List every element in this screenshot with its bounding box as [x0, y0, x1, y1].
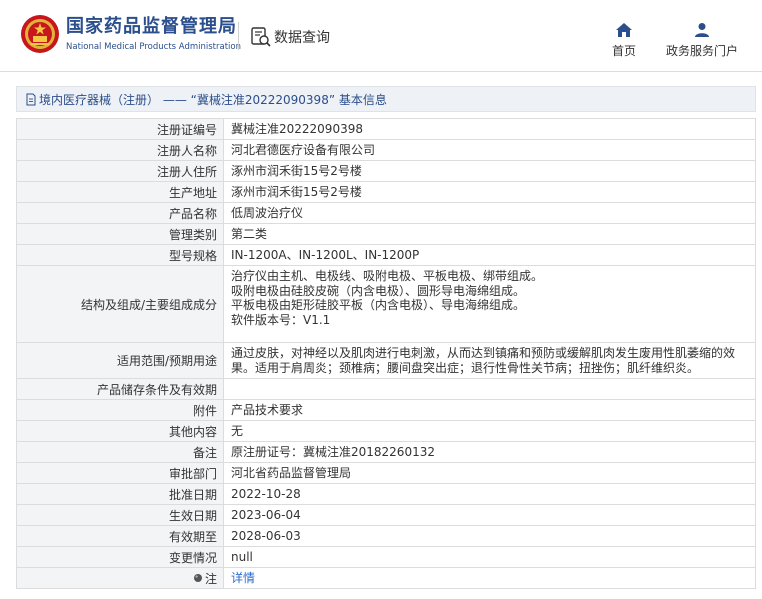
structure-line: 治疗仪由主机、电极线、吸附电极、平板电极、绑带组成。: [231, 269, 544, 283]
site-brand[interactable]: 国家药品监督管理局 National Medical Products Admi…: [66, 16, 241, 53]
table-row: 注册人名称 河北君德医疗设备有限公司: [17, 140, 756, 161]
row-value: 冀械注准20222090398: [224, 119, 756, 139]
table-row: 附件 产品技术要求: [17, 400, 756, 421]
note-value-cell: 详情: [224, 568, 756, 588]
site-name-cn: 国家药品监督管理局: [66, 16, 237, 37]
row-label: 有效期至: [17, 526, 224, 546]
row-value: 河北省药品监督管理局: [224, 463, 756, 483]
row-label: 生效日期: [17, 505, 224, 525]
table-row: 审批部门 河北省药品监督管理局: [17, 463, 756, 484]
row-label: 变更情况: [17, 547, 224, 567]
row-value: null: [224, 547, 756, 567]
row-label: 审批部门: [17, 463, 224, 483]
data-query-label: 数据查询: [274, 30, 330, 46]
row-value: 2023-06-04: [224, 505, 756, 525]
user-icon: [695, 23, 709, 37]
site-header: 国家药品监督管理局 National Medical Products Admi…: [0, 0, 762, 72]
structure-value: 治疗仪由主机、电极线、吸附电极、平板电极、绑带组成。 吸附电极由硅胶皮碗（内含电…: [224, 266, 756, 342]
row-label: 批准日期: [17, 484, 224, 504]
nav-home[interactable]: 首页: [612, 22, 636, 59]
table-row: 有效期至 2028-06-03: [17, 526, 756, 547]
row-label: 注册证编号: [17, 119, 224, 139]
row-label: 管理类别: [17, 224, 224, 244]
row-value: 2028-06-03: [224, 526, 756, 546]
usage-line: 果。适用于肩周炎；颈椎病；腰间盘突出症；退行性骨性关节病；扭挫伤；肌纤维织炎。: [231, 360, 700, 375]
row-label: 生产地址: [17, 182, 224, 202]
row-value: 无: [224, 421, 756, 441]
table-row: 生效日期 2023-06-04: [17, 505, 756, 526]
table-row: 变更情况 null: [17, 547, 756, 568]
row-label: 备注: [17, 442, 224, 462]
data-query-link[interactable]: 数据查询: [250, 26, 330, 48]
row-label: 其他内容: [17, 421, 224, 441]
usage-value: 通过皮肤，对神经以及肌肉进行电刺激，从而达到镇痛和预防或缓解肌肉发生废用性肌萎缩…: [224, 343, 756, 378]
nav-portal-label: 政务服务门户: [666, 44, 739, 58]
row-value: 涿州市润禾街15号2号楼: [224, 182, 756, 202]
table-row: 生产地址 涿州市润禾街15号2号楼: [17, 182, 756, 203]
table-row: 管理类别 第二类: [17, 224, 756, 245]
table-row: 产品名称 低周波治疗仪: [17, 203, 756, 224]
info-dot-icon: [193, 574, 202, 582]
detail-table: 注册证编号 冀械注准20222090398 注册人名称 河北君德医疗设备有限公司…: [16, 118, 756, 589]
site-name-en: National Medical Products Administration: [66, 42, 241, 52]
row-label: 产品储存条件及有效期: [17, 379, 224, 399]
row-value: 低周波治疗仪: [224, 203, 756, 223]
data-search-icon: [251, 27, 271, 47]
document-icon: [26, 93, 36, 105]
table-row: 注册证编号 冀械注准20222090398: [17, 119, 756, 140]
national-emblem-icon: [21, 15, 59, 53]
row-label: 适用范围/预期用途: [17, 343, 224, 378]
structure-line: 软件版本号：V1.1: [231, 312, 331, 327]
row-value: 原注册证号：冀械注准20182260132: [224, 442, 756, 462]
table-row-usage: 适用范围/预期用途 通过皮肤，对神经以及肌肉进行电刺激，从而达到镇痛和预防或缓解…: [17, 343, 756, 379]
row-label: 注册人住所: [17, 161, 224, 181]
row-label: 注册人名称: [17, 140, 224, 160]
details-link[interactable]: 详情: [231, 571, 255, 585]
table-row-note: 注 详情: [17, 568, 756, 589]
row-label: 结构及组成/主要组成成分: [17, 266, 224, 342]
table-row: 型号规格 IN-1200A、IN-1200L、IN-1200P: [17, 245, 756, 266]
nav-service-portal[interactable]: 政务服务门户: [666, 22, 738, 59]
row-value: IN-1200A、IN-1200L、IN-1200P: [224, 245, 756, 265]
row-value: [224, 379, 756, 399]
table-row: 备注 原注册证号：冀械注准20182260132: [17, 442, 756, 463]
breadcrumb: 境内医疗器械（注册） —— “冀械注准20222090398” 基本信息: [16, 86, 756, 112]
usage-line: 通过皮肤，对神经以及肌肉进行电刺激，从而达到镇痛和预防或缓解肌肉发生废用性肌萎缩…: [231, 346, 736, 360]
table-row-structure: 结构及组成/主要组成成分 治疗仪由主机、电极线、吸附电极、平板电极、绑带组成。 …: [17, 266, 756, 343]
header-divider: [238, 22, 239, 50]
row-value: 产品技术要求: [224, 400, 756, 420]
structure-line: 平板电极由矩形硅胶平板（内含电极）、导电海绵组成。: [231, 298, 526, 312]
row-label: 产品名称: [17, 203, 224, 223]
row-value: 2022-10-28: [224, 484, 756, 504]
row-value: 涿州市润禾街15号2号楼: [224, 161, 756, 181]
table-row: 注册人住所 涿州市润禾街15号2号楼: [17, 161, 756, 182]
note-label: 注: [204, 571, 217, 586]
row-value: 河北君德医疗设备有限公司: [224, 140, 756, 160]
row-label: 型号规格: [17, 245, 224, 265]
home-icon: [616, 23, 632, 37]
table-row: 其他内容 无: [17, 421, 756, 442]
table-row: 批准日期 2022-10-28: [17, 484, 756, 505]
note-label-cell: 注: [17, 568, 224, 588]
table-row: 产品储存条件及有效期: [17, 379, 756, 400]
nav-home-label: 首页: [612, 44, 637, 58]
breadcrumb-text[interactable]: 境内医疗器械（注册） —— “冀械注准20222090398” 基本信息: [39, 91, 387, 108]
structure-line: 吸附电极由硅胶皮碗（内含电极）、圆形导电海绵组成。: [231, 283, 526, 298]
row-value: 第二类: [224, 224, 756, 244]
row-label: 附件: [17, 400, 224, 420]
